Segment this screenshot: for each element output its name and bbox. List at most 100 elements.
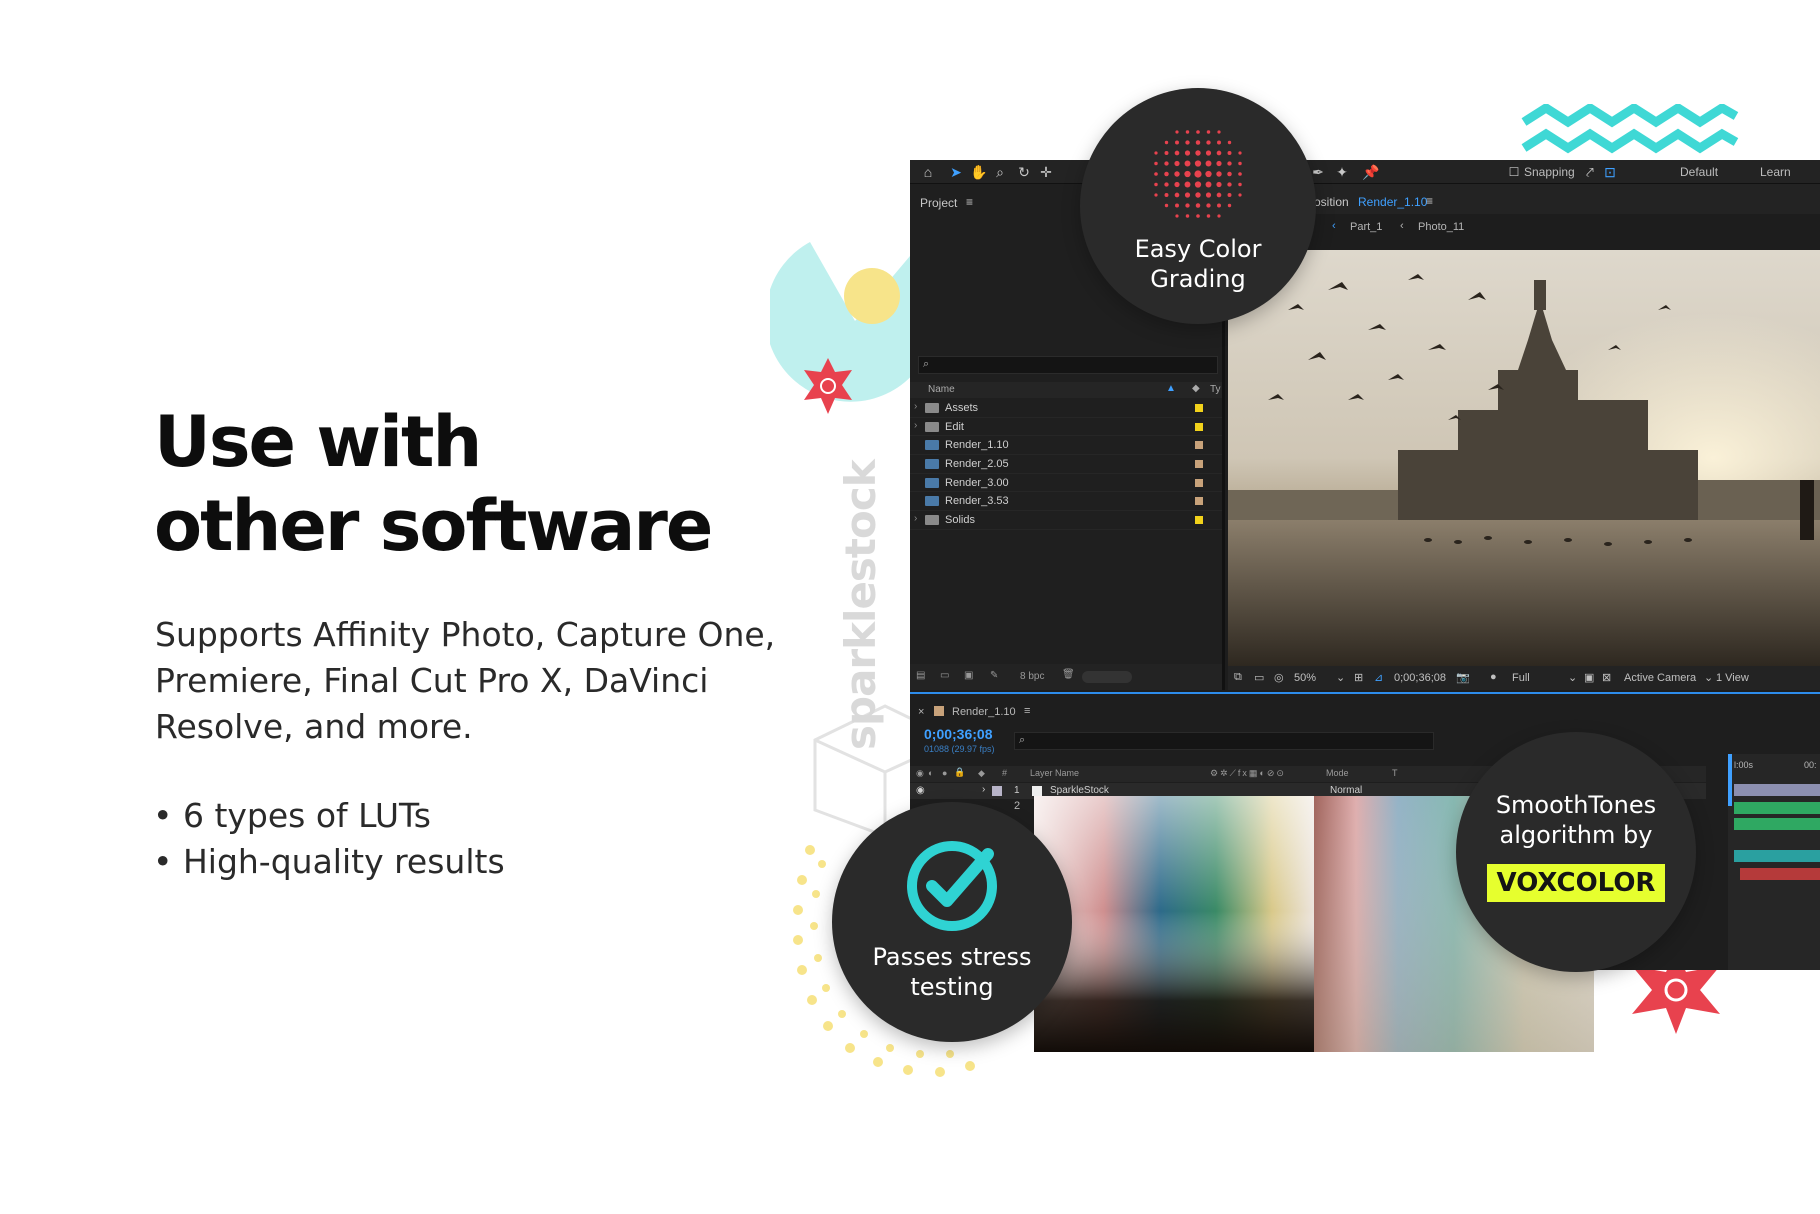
layer-color-swatch (992, 786, 1002, 796)
label-color-swatch[interactable] (1195, 404, 1203, 412)
halftone-dot (1154, 193, 1158, 197)
halftone-dot (1238, 193, 1242, 197)
new-folder-icon[interactable]: ▭ (940, 670, 949, 681)
breadcrumb-part[interactable]: Part_1 (1350, 221, 1382, 233)
hand-tool-icon[interactable]: ✋ (970, 164, 987, 180)
new-comp-icon[interactable]: ▣ (964, 670, 973, 681)
close-icon[interactable]: × (918, 706, 924, 718)
chevron-right-icon[interactable]: › (914, 513, 917, 524)
selection-tool-icon[interactable]: ➤ (948, 164, 964, 180)
project-item[interactable]: › Assets (910, 399, 1222, 418)
composition-tab-name[interactable]: Render_1.10 (1358, 195, 1427, 209)
puppet-tool-icon[interactable]: ✦ (1334, 164, 1350, 180)
snap-options-icon[interactable]: ⤤ (1582, 164, 1598, 180)
active-camera-dropdown[interactable]: Active Camera (1624, 672, 1696, 684)
trash-icon[interactable]: 🗑 (1062, 669, 1075, 680)
flowchart-icon[interactable]: ✎ (990, 670, 998, 681)
zoom-tool-icon[interactable]: ⌕ (992, 164, 1008, 180)
snap-grid-icon[interactable]: ⊡ (1602, 164, 1618, 180)
label-color-swatch[interactable] (1195, 478, 1203, 487)
timeline-timecode[interactable]: 0;00;36;08 (924, 726, 993, 742)
project-panel-title[interactable]: Project (920, 196, 957, 210)
snapping-checkbox-icon[interactable]: ☐ (1506, 164, 1522, 180)
fit-icon[interactable]: ⊞ (1354, 671, 1363, 684)
halftone-dot (1164, 182, 1169, 187)
breadcrumb-photo[interactable]: Photo_11 (1418, 221, 1464, 233)
panel-menu-icon[interactable]: ≡ (1024, 705, 1030, 717)
views-dropdown[interactable]: 1 View (1716, 672, 1749, 684)
chevron-right-icon[interactable]: › (982, 784, 985, 795)
smoothtones-voxcolor-badge: SmoothTones algorithm by VOXCOLOR (1456, 732, 1696, 972)
region-of-interest-icon[interactable]: ▣ (1584, 671, 1594, 684)
workspace-learn-tab[interactable]: Learn (1760, 165, 1791, 179)
label-color-swatch[interactable] (1195, 441, 1203, 450)
layer-mode-dropdown[interactable]: Normal (1330, 785, 1362, 796)
lock-icon: 🔒 (954, 767, 966, 777)
composition-breadcrumb: ‹ Part_1 ‹ Photo_11 (1228, 214, 1820, 240)
region-icon[interactable]: ⧉ (1234, 671, 1242, 684)
track-bar[interactable] (1734, 818, 1820, 830)
panel-menu-icon[interactable]: ≡ (1426, 194, 1433, 208)
transparency-grid-icon[interactable]: ⊠ (1602, 671, 1611, 684)
column-type-label[interactable]: Ty (1210, 384, 1221, 395)
footer-scroll-thumb[interactable] (1082, 671, 1132, 683)
halftone-dot (1216, 181, 1222, 188)
anchor-tool-icon[interactable]: ✛ (1038, 164, 1054, 180)
zoom-level-dropdown[interactable]: 50% (1294, 672, 1316, 684)
halftone-dot (1217, 130, 1221, 134)
label-color-swatch[interactable] (1195, 497, 1203, 506)
playhead[interactable] (1728, 754, 1732, 806)
halftone-dot (1164, 203, 1169, 208)
project-item[interactable]: Render_3.00 (910, 474, 1222, 493)
chevron-right-icon[interactable]: › (914, 401, 917, 412)
resolution-dropdown[interactable]: Full (1512, 672, 1530, 684)
safe-margins-icon[interactable]: ⊿ (1374, 671, 1383, 684)
pin-tool-icon[interactable]: 📌 (1362, 164, 1379, 180)
halftone-dot (1227, 203, 1232, 208)
project-item[interactable]: Render_3.53 (910, 492, 1222, 512)
timeline-tracks[interactable]: l:00s 00: (1728, 754, 1820, 970)
panel-menu-icon[interactable]: ≡ (966, 195, 973, 209)
project-item[interactable]: Render_1.10 (910, 436, 1222, 456)
label-color-swatch[interactable] (1195, 516, 1203, 525)
layer-name[interactable]: SparkleStock (1050, 785, 1109, 796)
project-item[interactable]: › Solids (910, 511, 1222, 530)
track-bar[interactable] (1734, 850, 1820, 862)
label-color-swatch[interactable] (1195, 422, 1203, 431)
visibility-icon[interactable]: ◉ (916, 785, 925, 796)
halftone-dot (1195, 192, 1201, 198)
interpret-footage-icon[interactable]: ▤ (916, 670, 925, 681)
chevron-right-icon[interactable]: › (914, 420, 917, 431)
project-search-input[interactable]: ⌕ (918, 356, 1218, 374)
composition-tab-prefix[interactable]: osition (1314, 195, 1349, 209)
track-bar[interactable] (1734, 784, 1820, 796)
project-item[interactable]: Render_2.05 (910, 455, 1222, 474)
folder-icon (925, 403, 939, 413)
camera-snapshot-icon[interactable]: 📷 (1456, 671, 1470, 684)
track-bar[interactable] (1734, 802, 1820, 814)
timeline-search-input[interactable]: ⌕ (1014, 732, 1434, 750)
page-headline: Use with other software (154, 400, 794, 568)
workspace-default-tab[interactable]: Default (1680, 165, 1718, 179)
monitor-icon[interactable]: ▭ (1254, 671, 1264, 684)
halftone-dot (1206, 203, 1211, 208)
composition-icon (925, 459, 939, 470)
project-item[interactable]: › Edit (910, 418, 1222, 437)
composition-viewer-image[interactable] (1228, 250, 1820, 666)
mask-icon[interactable]: ◎ (1274, 671, 1284, 684)
column-layer-name-label[interactable]: Layer Name (1030, 768, 1079, 778)
label-color-swatch[interactable] (1195, 460, 1203, 469)
halftone-dot (1175, 203, 1179, 208)
project-item-name: Render_3.00 (945, 476, 1009, 489)
tools-toolbar: ⌂ ➤ ✋ ⌕ ↻ ✛ ✒ ✦ 📌 ☐ Snapping ⤤ ⊡ Default… (910, 160, 1820, 184)
timeline-comp-tab[interactable]: Render_1.10 (952, 706, 1016, 718)
feature-item: • 6 types of LUTs (153, 796, 431, 835)
track-bar[interactable] (1740, 868, 1820, 880)
color-channel-icon[interactable]: ● (1490, 671, 1497, 683)
halftone-dot (1175, 140, 1179, 145)
bit-depth-label[interactable]: 8 bpc (1020, 671, 1044, 682)
viewer-timecode[interactable]: 0;00;36;08 (1394, 672, 1446, 684)
column-name-label[interactable]: Name (928, 384, 955, 395)
home-icon[interactable]: ⌂ (920, 164, 936, 180)
rotate-tool-icon[interactable]: ↻ (1016, 164, 1032, 180)
